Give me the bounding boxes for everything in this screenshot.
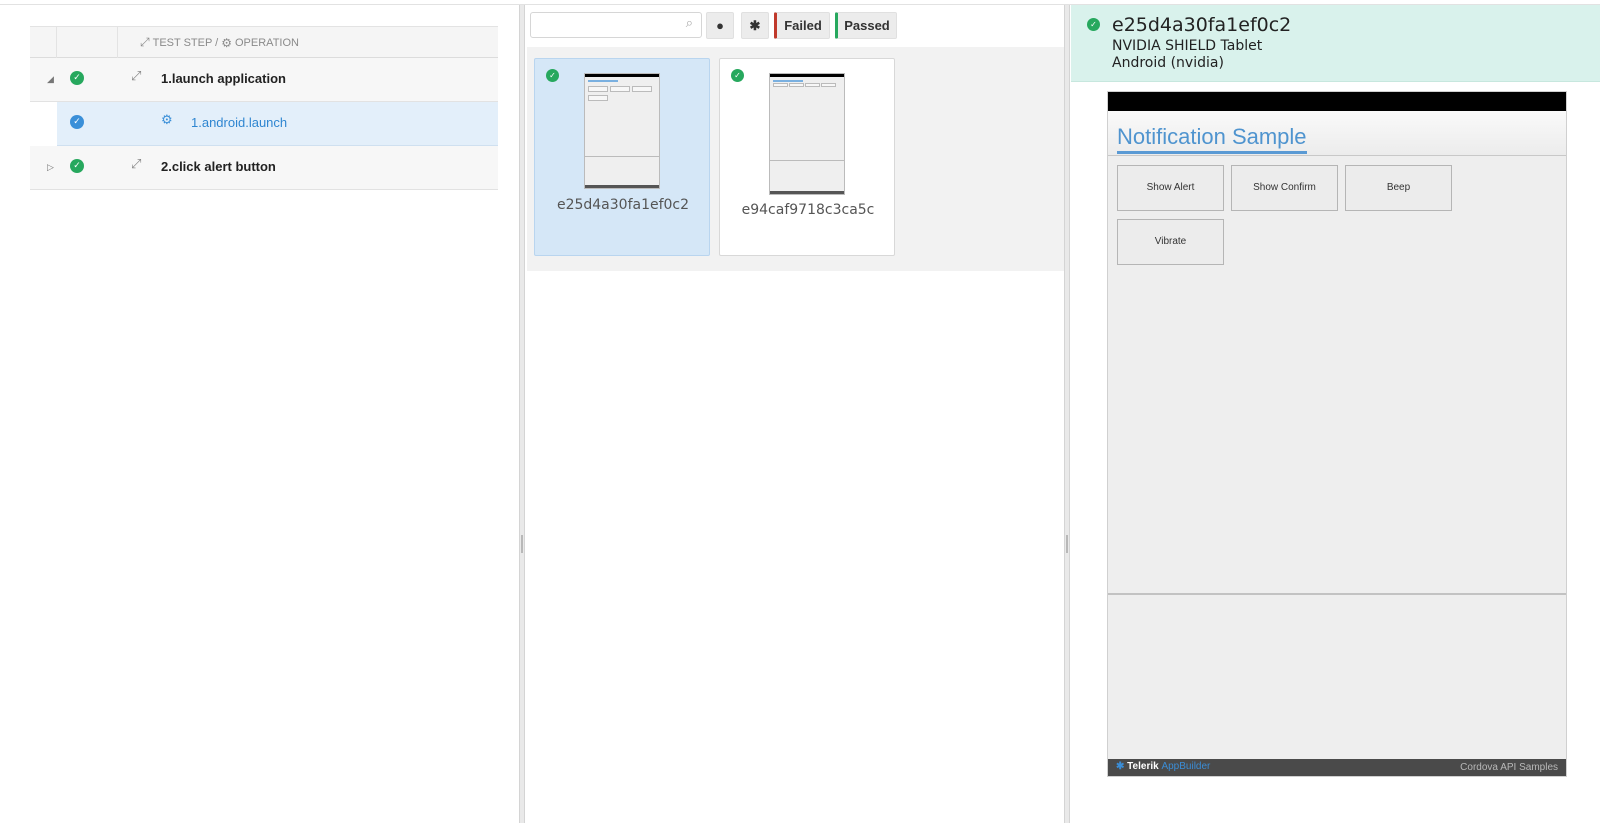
header-test-step-label: TEST STEP /	[152, 36, 219, 49]
pane-splitter-right[interactable]	[1064, 5, 1070, 823]
footer-samples-label: Cordova API Samples	[1460, 762, 1558, 773]
app-footer: ✱ Telerik AppBuilder Cordova API Samples	[1108, 759, 1566, 776]
beep-button[interactable]: Beep	[1345, 165, 1452, 211]
device-status-bar	[1108, 92, 1566, 111]
failed-filter-button[interactable]: Failed	[774, 12, 830, 39]
device-id: e25d4a30fa1ef0c2	[1112, 14, 1292, 36]
device-thumbnail	[769, 73, 845, 195]
expand-icon[interactable]: ▷	[47, 163, 54, 173]
header-operation-label: OPERATION	[235, 36, 299, 49]
operation-icon: ⚙	[161, 113, 173, 128]
operation-icon: ⚙	[221, 35, 232, 50]
header-status-column	[57, 27, 118, 58]
device-cards-area: ✓ e25d4a30fa1ef0c2 ✓ e94caf9718c3ca5c	[527, 47, 1067, 271]
test-steps-pane: ⤢ TEST STEP / ⚙ OPERATION ◢ ✓ ⤢ 1.launch…	[30, 24, 498, 823]
footer-product: AppBuilder	[1161, 761, 1211, 772]
search-icon[interactable]: ⌕	[686, 16, 693, 31]
device-screenshot: Notification Sample Show Alert Show Conf…	[1107, 91, 1567, 777]
device-name: e25d4a30fa1ef0c2	[556, 197, 690, 213]
app-titlebar: Notification Sample	[1108, 111, 1566, 156]
pane-splitter-left[interactable]	[519, 5, 525, 823]
step-label: 1.launch application	[161, 71, 286, 86]
screen-divider	[1108, 593, 1566, 595]
table-row[interactable]: ✓ ⚙ 1.android.launch	[30, 102, 498, 146]
apple-icon: ●	[716, 18, 724, 33]
device-model: NVIDIA SHIELD Tablet	[1112, 38, 1263, 54]
device-detail-pane: ✓ e25d4a30fa1ef0c2 NVIDIA SHIELD Tablet …	[1071, 5, 1600, 823]
show-confirm-button[interactable]: Show Confirm	[1231, 165, 1338, 211]
passed-filter-button[interactable]: Passed	[835, 12, 897, 39]
android-filter-button[interactable]: ✱	[741, 12, 769, 39]
step-label: 2.click alert button	[161, 159, 276, 174]
passed-icon: ✓	[731, 69, 744, 82]
table-row[interactable]: ▷ ✓ ⤢ 2.click alert button	[30, 146, 498, 190]
test-step-icon: ⤢	[131, 157, 142, 172]
app-title: Notification Sample	[1117, 124, 1307, 154]
test-step-icon: ⤢	[140, 35, 150, 49]
splitter-grip[interactable]	[521, 535, 523, 553]
operation-label: 1.android.launch	[191, 115, 288, 130]
device-detail-header: ✓ e25d4a30fa1ef0c2 NVIDIA SHIELD Tablet …	[1071, 5, 1600, 82]
collapse-icon[interactable]: ◢	[47, 75, 54, 85]
row-indent	[30, 102, 57, 146]
apple-filter-button[interactable]: ●	[706, 12, 734, 39]
device-thumbnail	[584, 73, 660, 189]
show-alert-button[interactable]: Show Alert	[1117, 165, 1224, 211]
android-icon: ✱	[749, 18, 761, 33]
passed-icon: ✓	[1087, 18, 1100, 31]
header-expand-column	[30, 27, 57, 58]
search-input[interactable]: ⌕	[530, 12, 702, 38]
devices-pane: ⌕ ● ✱ Failed Passed ✓ e25d4a30fa1ef0c2 ✓…	[527, 5, 1067, 823]
passed-icon: ✓	[70, 115, 84, 129]
device-card[interactable]: ✓ e25d4a30fa1ef0c2	[534, 58, 710, 256]
passed-icon: ✓	[70, 71, 84, 85]
footer-brand: Telerik	[1127, 761, 1159, 772]
telerik-icon: ✱	[1116, 761, 1125, 772]
test-step-icon: ⤢	[131, 69, 142, 84]
table-row[interactable]: ◢ ✓ ⤢ 1.launch application	[30, 58, 498, 102]
splitter-grip[interactable]	[1066, 535, 1068, 553]
passed-icon: ✓	[546, 69, 559, 82]
device-toolbar: ⌕ ● ✱ Failed Passed	[527, 5, 1067, 47]
telerik-logo: ✱ Telerik AppBuilder	[1116, 761, 1210, 772]
header-step-column[interactable]: ⤢ TEST STEP / ⚙ OPERATION	[140, 35, 299, 50]
device-os: Android (nvidia)	[1112, 55, 1224, 71]
device-card[interactable]: ✓ e94caf9718c3ca5c	[719, 58, 895, 256]
vibrate-button[interactable]: Vibrate	[1117, 219, 1224, 265]
device-name: e94caf9718c3ca5c	[741, 202, 875, 218]
passed-icon: ✓	[70, 159, 84, 173]
grid-header: ⤢ TEST STEP / ⚙ OPERATION	[30, 26, 498, 58]
